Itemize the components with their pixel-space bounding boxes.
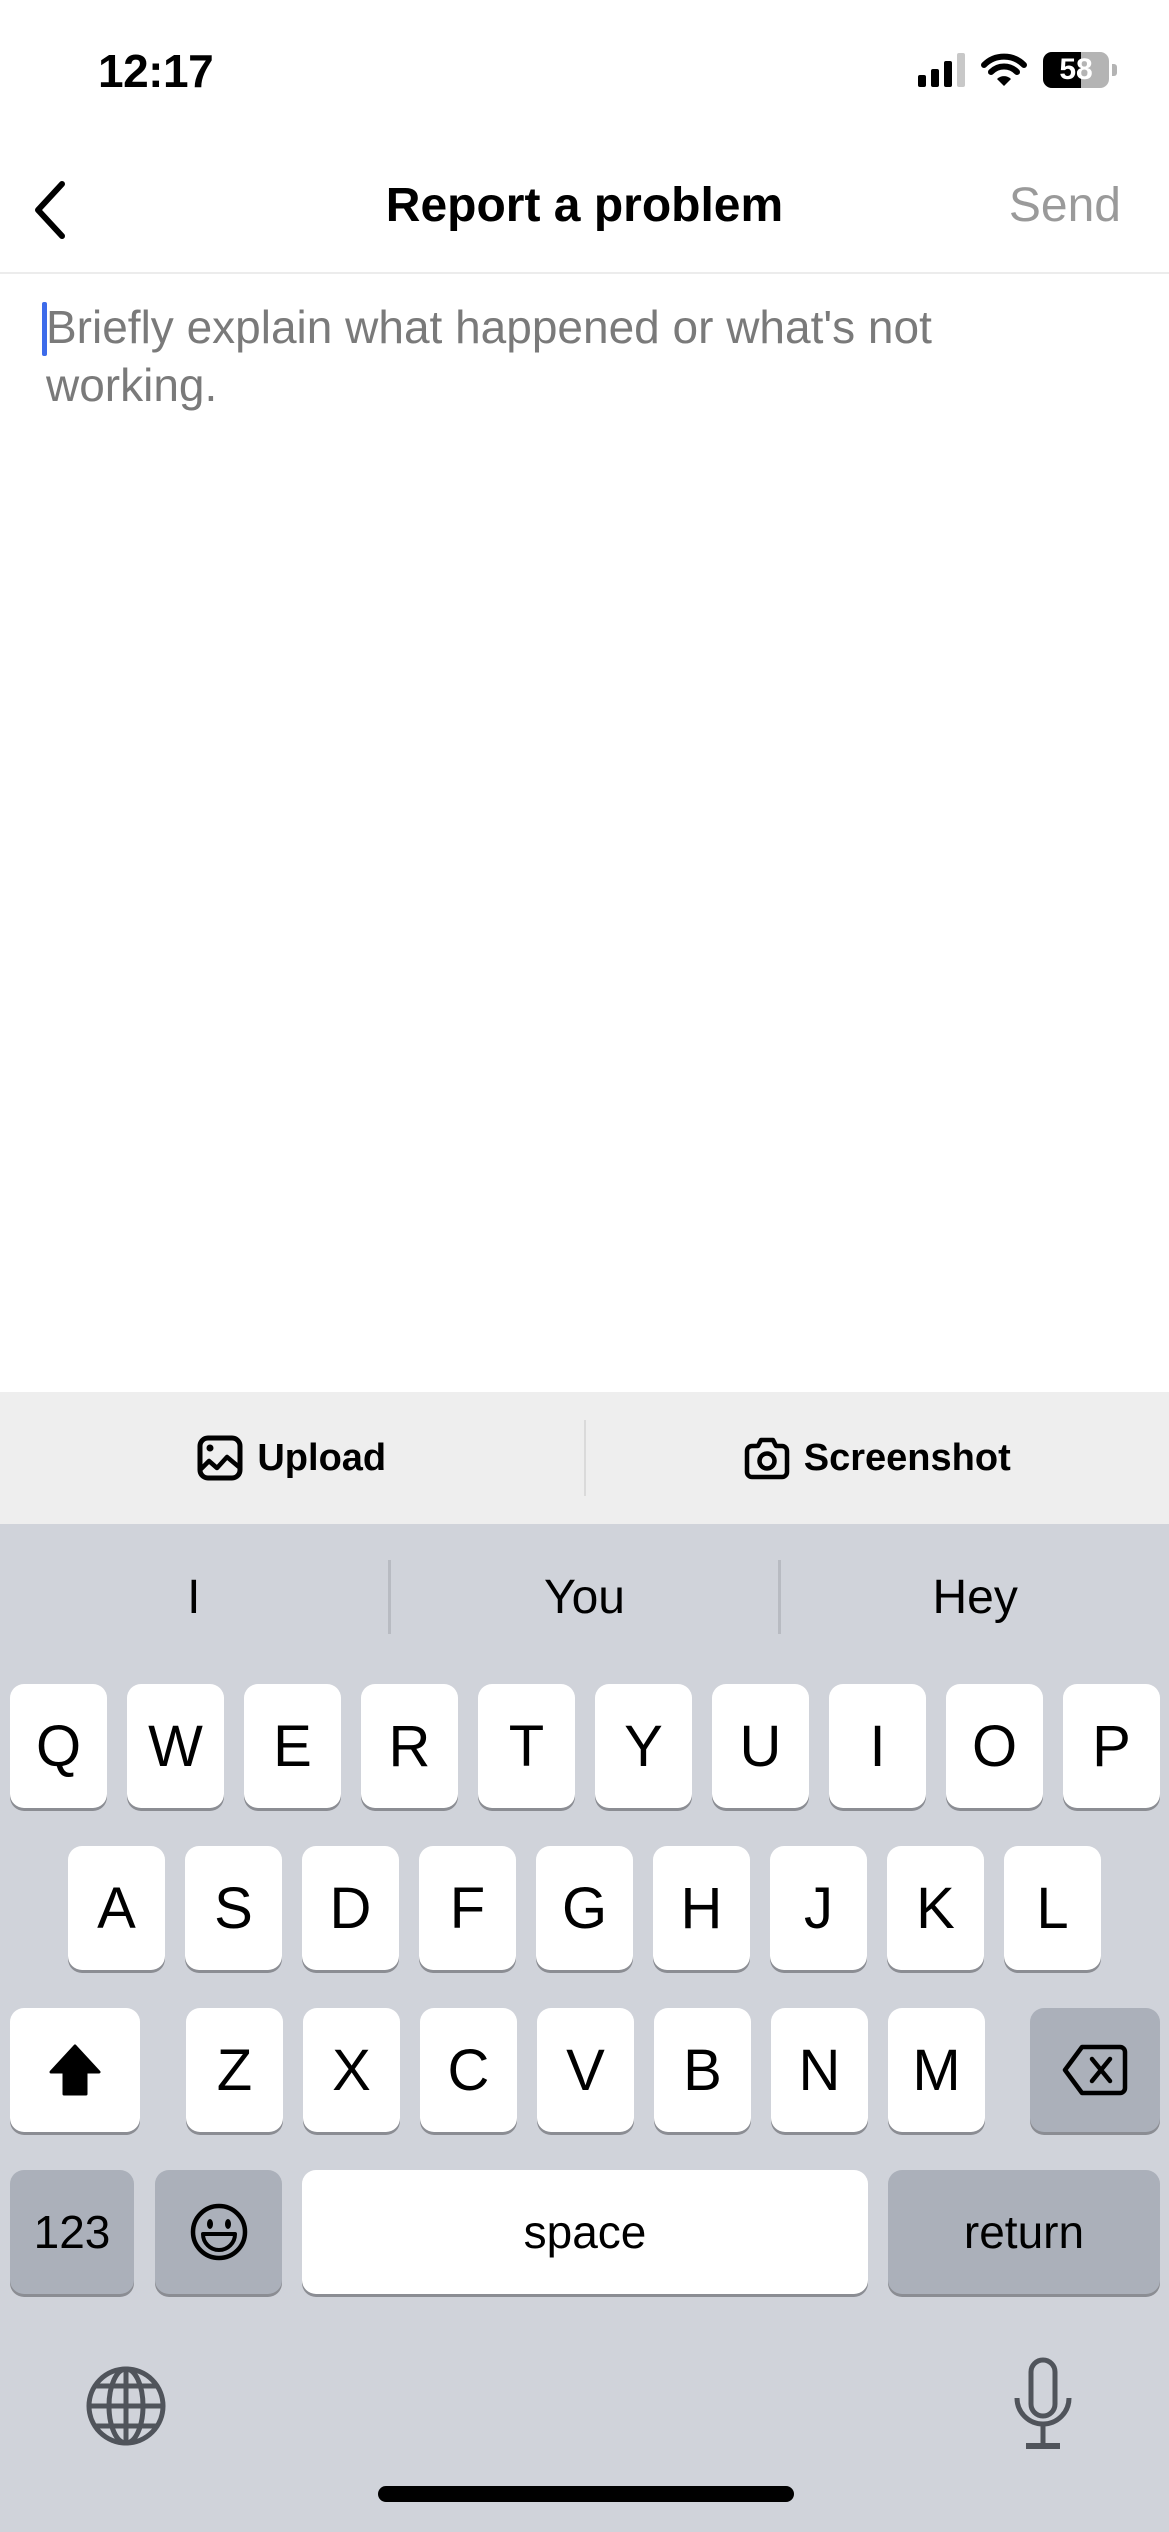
key-q[interactable]: Q	[10, 1684, 107, 1808]
dictation-button[interactable]	[1010, 2356, 1076, 2457]
key-v[interactable]: V	[537, 2008, 634, 2132]
microphone-icon	[1014, 2357, 1072, 2449]
wifi-icon	[981, 53, 1027, 86]
key-n[interactable]: N	[771, 2008, 868, 2132]
key-w[interactable]: W	[127, 1684, 224, 1808]
key-f[interactable]: F	[419, 1846, 516, 1970]
key-d[interactable]: D	[302, 1846, 399, 1970]
send-button[interactable]: Send	[1009, 178, 1121, 233]
key-u[interactable]: U	[712, 1684, 809, 1808]
key-e[interactable]: E	[244, 1684, 341, 1808]
attachment-toolbar: Upload Screenshot	[0, 1392, 1169, 1524]
battery-percent: 58	[1059, 53, 1093, 86]
status-bar: 12:17 58	[0, 0, 1169, 150]
key-r[interactable]: R	[361, 1684, 458, 1808]
key-c[interactable]: C	[420, 2008, 517, 2132]
problem-description-input[interactable]: Briefly explain what happened or what's …	[0, 276, 1169, 1392]
emoji-icon	[190, 2203, 247, 2261]
key-h[interactable]: H	[653, 1846, 750, 1970]
key-y[interactable]: Y	[595, 1684, 692, 1808]
battery-icon: 58	[1043, 52, 1109, 88]
predictive-text-bar: I You Hey	[0, 1524, 1169, 1670]
key-g[interactable]: G	[536, 1846, 633, 1970]
shift-icon	[49, 2044, 101, 2096]
key-j[interactable]: J	[770, 1846, 867, 1970]
delete-icon	[1062, 2044, 1128, 2096]
cellular-signal-icon	[918, 53, 965, 87]
return-key[interactable]: return	[888, 2170, 1160, 2294]
upload-label: Upload	[257, 1436, 387, 1479]
upload-button[interactable]: Upload	[0, 1392, 584, 1524]
key-b[interactable]: B	[654, 2008, 751, 2132]
key-p[interactable]: P	[1063, 1684, 1160, 1808]
key-i[interactable]: I	[829, 1684, 926, 1808]
prediction-suggestion[interactable]: Hey	[781, 1570, 1169, 1625]
screenshot-button[interactable]: Screenshot	[586, 1392, 1169, 1524]
key-z[interactable]: Z	[186, 2008, 283, 2132]
home-indicator[interactable]	[378, 2486, 794, 2502]
key-m[interactable]: M	[888, 2008, 985, 2132]
globe-icon	[86, 2366, 166, 2446]
delete-key[interactable]	[1030, 2008, 1160, 2132]
prediction-suggestion[interactable]: You	[391, 1570, 779, 1625]
camera-icon	[744, 1437, 790, 1480]
prediction-suggestion[interactable]: I	[0, 1570, 388, 1625]
key-l[interactable]: L	[1004, 1846, 1101, 1970]
emoji-key[interactable]	[155, 2170, 282, 2294]
screenshot-label: Screenshot	[803, 1436, 1011, 1479]
space-key[interactable]: space	[302, 2170, 868, 2294]
photo-icon	[197, 1435, 243, 1481]
status-icons: 58	[918, 52, 1117, 88]
key-o[interactable]: O	[946, 1684, 1043, 1808]
shift-key[interactable]	[10, 2008, 140, 2132]
key-t[interactable]: T	[478, 1684, 575, 1808]
key-x[interactable]: X	[303, 2008, 400, 2132]
keyboard: I You Hey QWERTYUIOPASDFGHJKLZXCVBNM 123…	[0, 1524, 1169, 2532]
key-s[interactable]: S	[185, 1846, 282, 1970]
key-a[interactable]: A	[68, 1846, 165, 1970]
key-k[interactable]: K	[887, 1846, 984, 1970]
input-placeholder: Briefly explain what happened or what's …	[46, 301, 932, 411]
page-title: Report a problem	[385, 179, 784, 232]
status-time: 12:17	[98, 45, 214, 97]
navigation-bar: Report a problem Send	[0, 150, 1169, 274]
globe-button[interactable]	[84, 2364, 168, 2453]
numbers-key[interactable]: 123	[10, 2170, 134, 2294]
